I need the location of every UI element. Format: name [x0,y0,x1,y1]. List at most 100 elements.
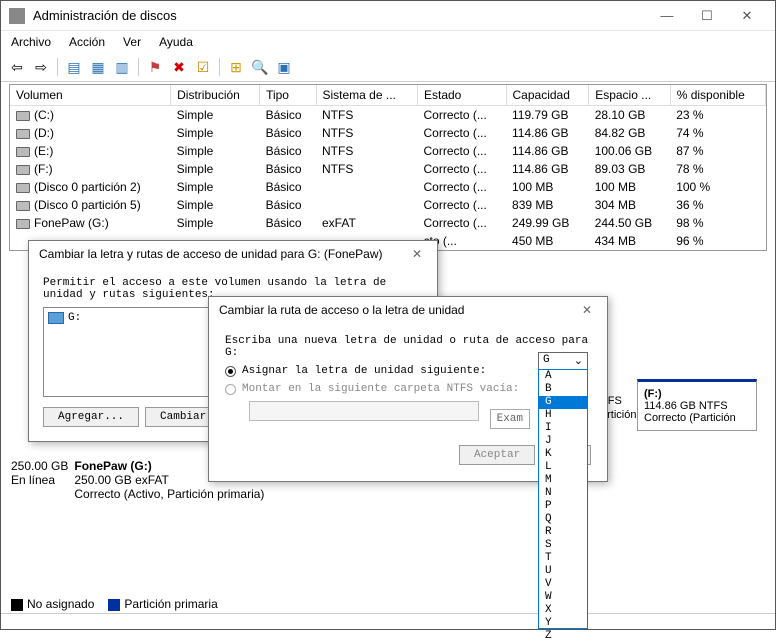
menu-ayuda[interactable]: Ayuda [157,33,195,51]
cell: Simple [171,196,260,214]
radio-mount-folder-label: Montar en la siguiente carpeta NTFS vací… [242,383,519,395]
menu-ver[interactable]: Ver [121,33,143,51]
toolbar-sep2 [138,58,139,76]
cell: 114.86 GB [506,142,589,160]
cell: Básico [260,124,316,142]
dialog2-prompt: Escriba una nueva letra de unidad o ruta… [225,335,591,359]
col-tipo[interactable]: Tipo [260,85,316,106]
cell: 839 MB [506,196,589,214]
toolbar-sep [57,58,58,76]
combo-option[interactable]: V [539,578,587,591]
maximize-button[interactable]: ☐ [687,2,727,30]
dialog2-close-icon[interactable]: ✕ [577,303,597,317]
table-row[interactable]: (E:)SimpleBásicoNTFSCorrecto (...114.86 … [10,142,766,160]
cell: 304 MB [589,196,671,214]
combo-option[interactable]: W [539,591,587,604]
cell: (Disco 0 partición 5) [10,196,171,214]
search-icon[interactable]: 🔍 [250,57,270,77]
volume-icon [16,183,30,193]
dialog1-close-icon[interactable]: ✕ [407,247,427,261]
disk-summary[interactable]: 250.00 GB En línea [11,459,68,501]
view1-icon[interactable]: ▤ [64,57,84,77]
col-capacidad[interactable]: Capacidad [506,85,589,106]
combo-option[interactable]: I [539,422,587,435]
combo-option[interactable]: U [539,565,587,578]
radio-assign-letter[interactable] [225,366,236,377]
col-pct[interactable]: % disponible [670,85,765,106]
col-estado[interactable]: Estado [417,85,506,106]
dialog1-title: Cambiar la letra y rutas de acceso de un… [39,247,407,261]
col-sistema[interactable]: Sistema de ... [316,85,417,106]
delete-icon[interactable]: ✖ [169,57,189,77]
check-icon[interactable]: ☑ [193,57,213,77]
combo-option[interactable]: Y [539,617,587,630]
toolbar: ⇦ ⇨ ▤ ▦ ▥ ⚑ ✖ ☑ ⊞ 🔍 ▣ [1,53,775,82]
column-headers[interactable]: Volumen Distribución Tipo Sistema de ...… [10,85,766,106]
cell: Simple [171,124,260,142]
volume-icon [16,219,30,229]
add-button[interactable]: Agregar... [43,407,139,427]
chevron-down-icon[interactable]: ⌄ [574,354,583,368]
browse-button[interactable]: Exam [490,409,530,429]
combo-option[interactable]: M [539,474,587,487]
props-icon[interactable]: ▣ [274,57,294,77]
legend-swatch-unassigned [11,599,23,611]
titlebar: Administración de discos — ☐ ✕ [1,1,775,31]
combo-option[interactable]: S [539,539,587,552]
radio-mount-folder[interactable] [225,384,236,395]
table-row[interactable]: FonePaw (G:)SimpleBásicoexFATCorrecto (.… [10,214,766,232]
drive-letter-combo[interactable]: G ⌄ ABGHIJKLMNPQRSTUVWXYZ [538,352,588,629]
cell: 434 MB [589,232,671,250]
menu-accion[interactable]: Acción [67,33,107,51]
mount-path-input [249,401,479,421]
combo-option[interactable]: K [539,448,587,461]
back-icon[interactable]: ⇦ [7,57,27,77]
close-button[interactable]: ✕ [727,2,767,30]
combo-option[interactable]: H [539,409,587,422]
cell: Simple [171,160,260,178]
cell: Correcto (... [417,178,506,196]
toolbar-sep3 [219,58,220,76]
partition-f-name: (F:) [644,388,662,400]
combo-option[interactable]: R [539,526,587,539]
cell: 36 % [670,196,765,214]
table-row[interactable]: (F:)SimpleBásicoNTFSCorrecto (...114.86 … [10,160,766,178]
combo-option[interactable]: A [539,370,587,383]
cell: 114.86 GB [506,124,589,142]
volume-icon [16,129,30,139]
new-icon[interactable]: ⊞ [226,57,246,77]
ok-button[interactable]: Aceptar [459,445,535,465]
statusbar [1,613,775,629]
combo-option[interactable]: G [539,396,587,409]
minimize-button[interactable]: — [647,2,687,30]
combo-option[interactable]: T [539,552,587,565]
view2-icon[interactable]: ▦ [88,57,108,77]
cell: 100 MB [506,178,589,196]
combo-option[interactable]: P [539,500,587,513]
combo-option[interactable]: Q [539,513,587,526]
table-row[interactable]: (C:)SimpleBásicoNTFSCorrecto (...119.79 … [10,106,766,125]
cell: 98 % [670,214,765,232]
cell: Correcto (... [417,106,506,125]
drive-icon [48,312,64,324]
col-volumen[interactable]: Volumen [10,85,171,106]
table-row[interactable]: (Disco 0 partición 2)SimpleBásicoCorrect… [10,178,766,196]
combo-selected: G [543,354,550,368]
cell: Básico [260,160,316,178]
table-row[interactable]: (D:)SimpleBásicoNTFSCorrecto (...114.86 … [10,124,766,142]
partition-f[interactable]: (F:) 114.86 GB NTFS Correcto (Partición [637,379,757,431]
cell: 450 MB [506,232,589,250]
combo-option[interactable]: X [539,604,587,617]
view3-icon[interactable]: ▥ [112,57,132,77]
combo-option[interactable]: L [539,461,587,474]
combo-option[interactable]: N [539,487,587,500]
cell: 100.06 GB [589,142,671,160]
flag-icon[interactable]: ⚑ [145,57,165,77]
menu-archivo[interactable]: Archivo [9,33,53,51]
col-distribucion[interactable]: Distribución [171,85,260,106]
combo-option[interactable]: J [539,435,587,448]
table-row[interactable]: (Disco 0 partición 5)SimpleBásicoCorrect… [10,196,766,214]
combo-option[interactable]: B [539,383,587,396]
col-espacio[interactable]: Espacio ... [589,85,671,106]
forward-icon[interactable]: ⇨ [31,57,51,77]
